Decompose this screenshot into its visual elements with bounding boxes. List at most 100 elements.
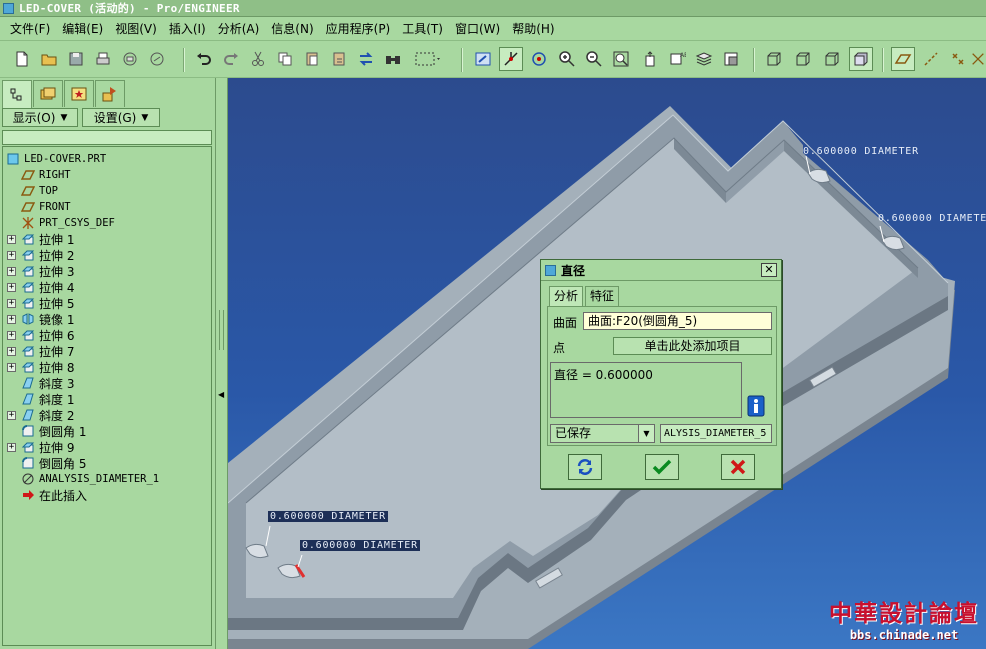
- tree-item[interactable]: ANALYSIS_DIAMETER_1: [7, 471, 159, 487]
- tree-item[interactable]: 倒圆角 1: [7, 423, 86, 439]
- show-menu-button[interactable]: 显示(O) ▼: [2, 108, 78, 127]
- menu-view[interactable]: 视图(V): [109, 19, 163, 40]
- refit-icon[interactable]: [609, 47, 633, 71]
- dimension-label[interactable]: 0.600000 DIAMETER: [300, 540, 420, 551]
- tree-item[interactable]: RIGHT: [7, 167, 71, 183]
- hidden-line-icon[interactable]: [791, 47, 815, 71]
- expand-icon[interactable]: +: [7, 282, 16, 292]
- tree-item[interactable]: + 斜度 2: [7, 407, 74, 423]
- ok-button[interactable]: [645, 454, 679, 480]
- open-folder-icon[interactable]: [37, 47, 61, 71]
- cancel-button[interactable]: [721, 454, 755, 480]
- repaint-icon[interactable]: [471, 47, 495, 71]
- tree-item[interactable]: PRT_CSYS_DEF: [7, 215, 115, 231]
- tree-item[interactable]: 在此插入: [7, 487, 87, 503]
- layers-icon[interactable]: [692, 47, 716, 71]
- tree-item[interactable]: + 拉伸 1: [7, 231, 74, 247]
- send-link-icon[interactable]: [145, 47, 169, 71]
- new-file-icon[interactable]: [10, 47, 34, 71]
- menu-analysis[interactable]: 分析(A): [212, 19, 266, 40]
- close-icon[interactable]: ✕: [761, 263, 777, 277]
- find-icon[interactable]: [381, 47, 405, 71]
- regenerate-icon[interactable]: [354, 47, 378, 71]
- expand-icon[interactable]: +: [7, 330, 16, 340]
- zoom-out-icon[interactable]: [582, 47, 606, 71]
- tree-root[interactable]: LED-COVER.PRT: [5, 151, 106, 167]
- datum-planes-toggle-icon[interactable]: [891, 47, 915, 71]
- tab-analysis[interactable]: 分析: [549, 286, 584, 307]
- settings-menu-button[interactable]: 设置(G) ▼: [82, 108, 160, 127]
- view-manager-icon[interactable]: [638, 47, 662, 71]
- spin-center-icon[interactable]: [499, 47, 523, 71]
- csys-toggle-icon[interactable]: [970, 47, 986, 71]
- tree-item[interactable]: + 拉伸 8: [7, 359, 74, 375]
- shading-icon[interactable]: [849, 47, 873, 71]
- tree-item[interactable]: + 拉伸 7: [7, 343, 74, 359]
- tree-item[interactable]: + 拉伸 6: [7, 327, 74, 343]
- collapse-arrow-icon[interactable]: ◀: [218, 390, 224, 399]
- tree-item[interactable]: + 拉伸 9: [7, 439, 74, 455]
- redo-icon[interactable]: [219, 47, 243, 71]
- no-hidden-icon[interactable]: [820, 47, 844, 71]
- menu-help[interactable]: 帮助(H): [506, 19, 560, 40]
- tree-item[interactable]: 斜度 3: [7, 375, 74, 391]
- menu-window[interactable]: 窗口(W): [449, 19, 506, 40]
- dimension-label[interactable]: 0.600000 DIAMETER: [878, 213, 986, 224]
- dimension-label[interactable]: 0.600000 DIAMETER: [268, 511, 388, 522]
- expand-icon[interactable]: +: [7, 266, 16, 276]
- menu-insert[interactable]: 插入(I): [163, 19, 212, 40]
- tree-item[interactable]: 斜度 1: [7, 391, 74, 407]
- dialog-title-bar[interactable]: 直径: [541, 260, 781, 281]
- connections-tab[interactable]: [95, 80, 125, 107]
- tree-item[interactable]: 倒圆角 5: [7, 455, 86, 471]
- surface-field[interactable]: 曲面:F20(倒圆角_5): [583, 312, 772, 330]
- expand-icon[interactable]: +: [7, 442, 16, 452]
- wireframe-icon[interactable]: [762, 47, 786, 71]
- info-icon[interactable]: [747, 395, 765, 417]
- panel-splitter[interactable]: ◀: [216, 78, 228, 649]
- splitter-grip[interactable]: [219, 310, 224, 350]
- paste-icon[interactable]: [300, 47, 324, 71]
- expand-icon[interactable]: +: [7, 410, 16, 420]
- undo-icon[interactable]: [192, 47, 216, 71]
- tree-filter-field[interactable]: [2, 130, 212, 145]
- zoom-in-icon[interactable]: [555, 47, 579, 71]
- menu-info[interactable]: 信息(N): [265, 19, 319, 40]
- menu-edit[interactable]: 编辑(E): [56, 19, 109, 40]
- chevron-down-icon[interactable]: ▼: [638, 425, 654, 442]
- model-tree-tab[interactable]: [2, 80, 32, 108]
- print-icon[interactable]: [91, 47, 115, 71]
- tree-item[interactable]: + 拉伸 4: [7, 279, 74, 295]
- expand-icon[interactable]: +: [7, 298, 16, 308]
- datum-points-toggle-icon[interactable]: [946, 47, 970, 71]
- tree-item[interactable]: + 镜像 1: [7, 311, 74, 327]
- expand-icon[interactable]: +: [7, 346, 16, 356]
- selection-box-dropdown[interactable]: [410, 47, 446, 71]
- expand-icon[interactable]: +: [7, 362, 16, 372]
- tree-item[interactable]: + 拉伸 2: [7, 247, 74, 263]
- tab-feature[interactable]: 特征: [585, 286, 620, 306]
- save-icon[interactable]: [64, 47, 88, 71]
- analysis-name-field[interactable]: ALYSIS_DIAMETER_5: [660, 424, 772, 443]
- folder-browser-tab[interactable]: [33, 80, 63, 107]
- expand-icon[interactable]: +: [7, 314, 16, 324]
- menu-tools[interactable]: 工具(T): [396, 19, 449, 40]
- tree-item[interactable]: FRONT: [7, 199, 71, 215]
- send-mail-icon[interactable]: [118, 47, 142, 71]
- orient-mode-icon[interactable]: [527, 47, 551, 71]
- favorites-tab[interactable]: [64, 80, 94, 107]
- copy-icon[interactable]: [273, 47, 297, 71]
- menu-file[interactable]: 文件(F): [4, 19, 56, 40]
- recompute-button[interactable]: [568, 454, 602, 480]
- tree-item[interactable]: TOP: [7, 183, 58, 199]
- tree-item[interactable]: + 拉伸 3: [7, 263, 74, 279]
- menu-applications[interactable]: 应用程序(P): [320, 19, 397, 40]
- expand-icon[interactable]: +: [7, 234, 16, 244]
- datum-axes-toggle-icon[interactable]: [919, 47, 943, 71]
- expand-icon[interactable]: +: [7, 250, 16, 260]
- layer-view-icon[interactable]: AB: [665, 47, 689, 71]
- dimension-label[interactable]: 0.600000 DIAMETER: [803, 146, 919, 157]
- appearance-icon[interactable]: [719, 47, 743, 71]
- cut-icon[interactable]: [246, 47, 270, 71]
- tree-item[interactable]: + 拉伸 5: [7, 295, 74, 311]
